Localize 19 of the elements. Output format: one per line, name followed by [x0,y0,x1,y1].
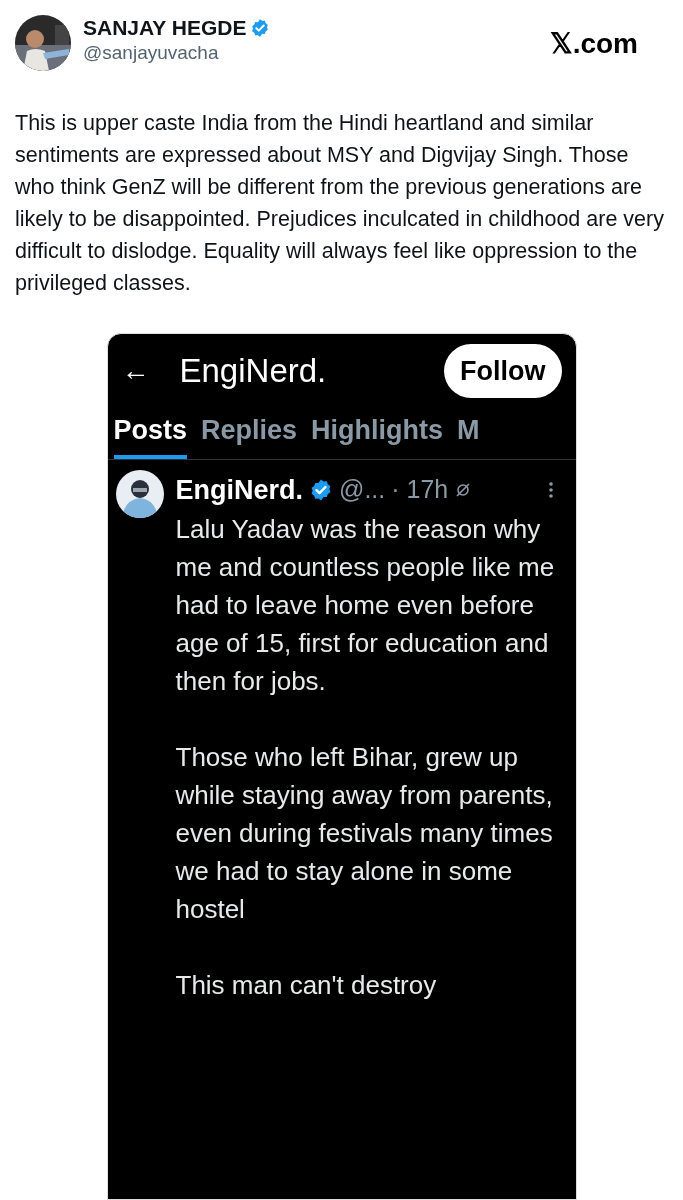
follow-button[interactable]: Follow [444,344,562,398]
post-paragraph: This man can't destroy [175,969,438,1002]
profile-tab[interactable]: M [457,410,480,459]
profile-tab[interactable]: Replies [201,410,298,459]
post-handle: @... [339,474,386,505]
post-time: · 17h [391,474,449,505]
more-icon[interactable] [547,479,554,500]
profile-name: EngiNerd. [179,351,327,392]
post-paragraph: Those who left Bihar, grew up while staying away from parents, even during festivals many times we had to stay alone in some hostel [175,741,554,926]
profile-tab[interactable]: Posts [113,410,188,459]
profile-tab[interactable]: Highlights [311,410,444,459]
author-handle: @sanjayuvacha [83,41,220,65]
post-author-name: EngiNerd. [175,473,303,507]
site-name: 𝕏.com [549,27,638,61]
author-name: SANJAY HEGDE [83,15,247,41]
edited-icon [454,480,473,499]
back-arrow-icon[interactable]: ← [121,350,162,392]
post-paragraph: Lalu Yadav was the reason why me and countless people like me had to leave home even before age of 15, first for education and then for jobs. [175,513,556,698]
tweet-text: This is upper caste India from the Hindi heartland and similar sentiments are expressed about MSY and Digvijay Singh. Those who think GenZ will be different from the previous generations are likely to be disappointed. Prejudices inculcated in childhood are very difficult to dislodge. Equality will always feel like oppression to the privileged classes. [14,110,665,297]
